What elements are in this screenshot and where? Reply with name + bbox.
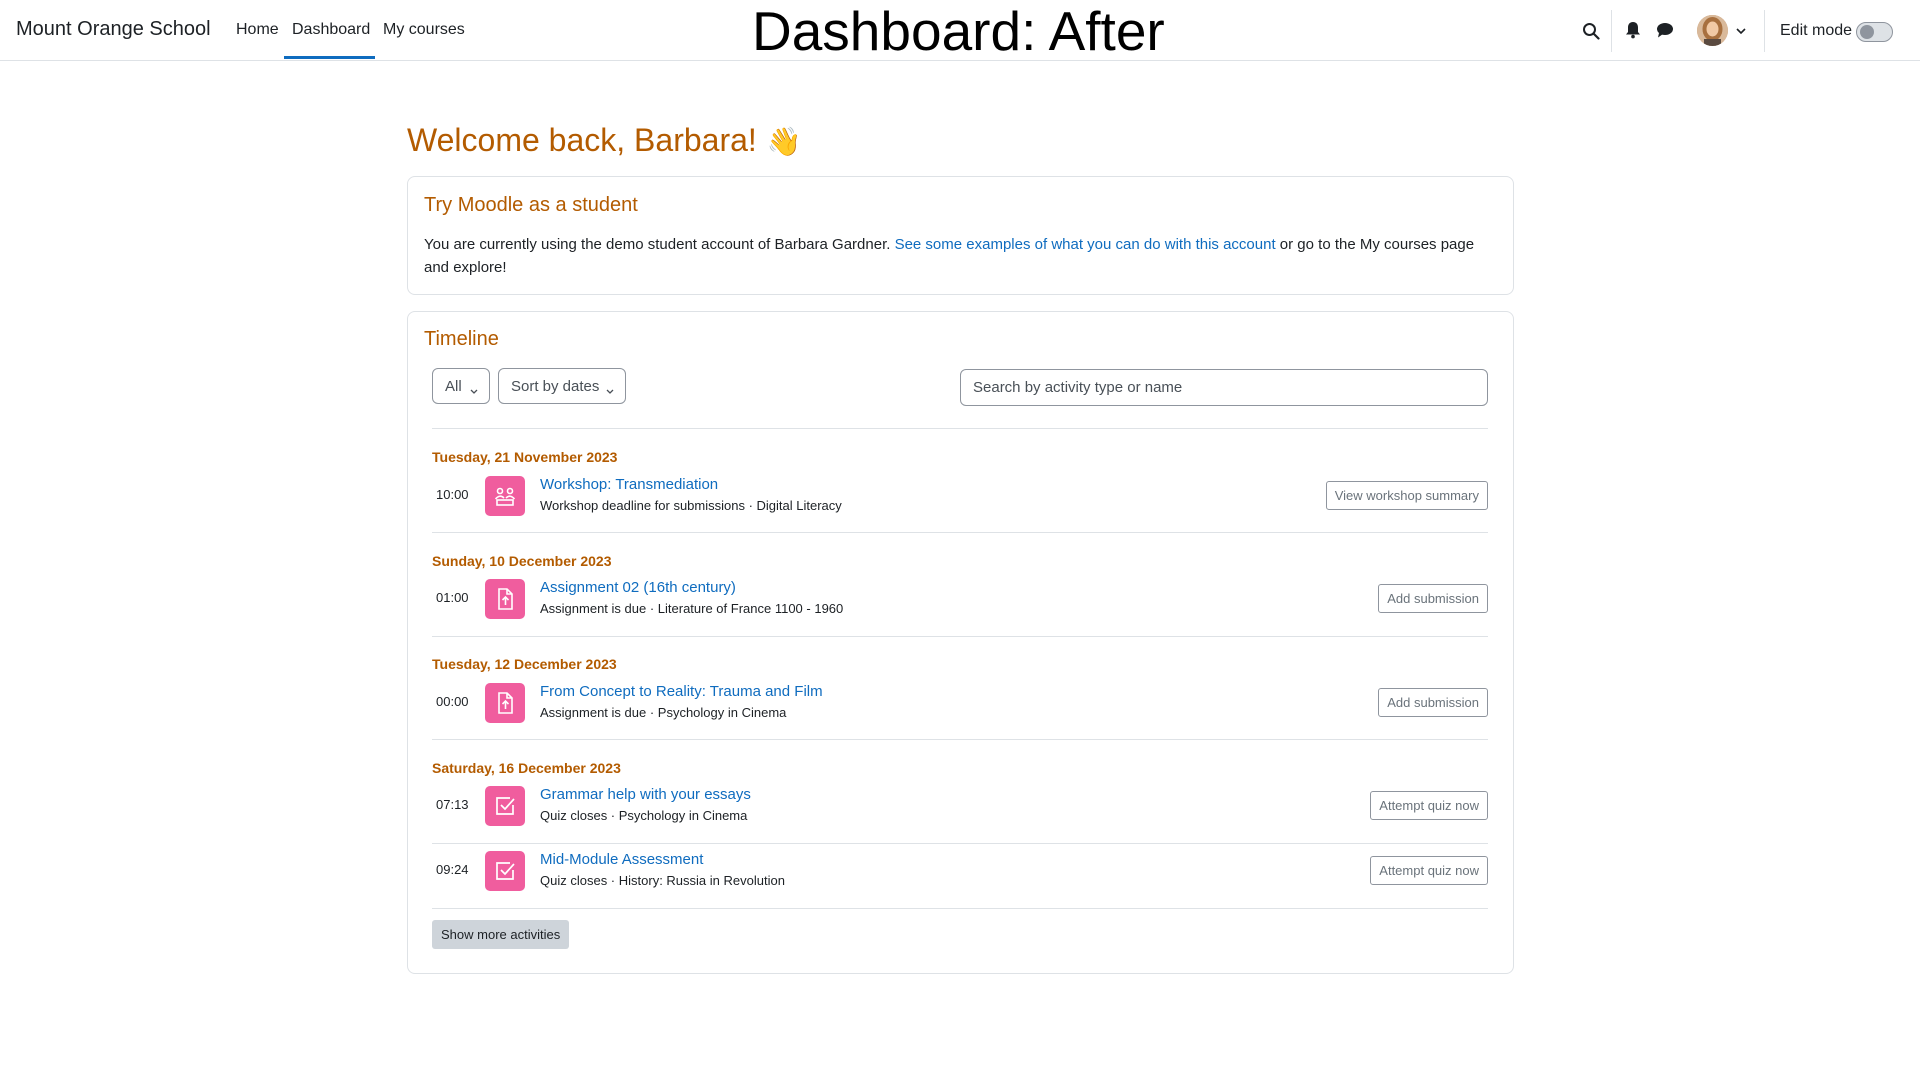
site-name[interactable]: Mount Orange School	[16, 18, 211, 41]
event-subtitle: Quiz closes · History: Russia in Revolut…	[540, 873, 785, 888]
timeline-event: 00:00 From Concept to Reality: Trauma an…	[432, 682, 1488, 726]
page-title: Welcome back, Barbara! 👋	[407, 122, 802, 159]
timeline-filter-dropdown[interactable]: All	[432, 368, 490, 404]
event-time: 01:00	[436, 590, 469, 605]
toggle-knob	[1860, 25, 1874, 39]
date-heading: Tuesday, 21 November 2023	[432, 449, 618, 465]
event-subtitle: Assignment is due · Psychology in Cinema	[540, 705, 787, 720]
avatar[interactable]	[1697, 15, 1728, 46]
event-time: 00:00	[436, 694, 469, 709]
card-title: Timeline	[424, 328, 499, 350]
event-title-link[interactable]: Assignment 02 (16th century)	[540, 579, 736, 596]
divider	[432, 428, 1488, 429]
date-heading: Sunday, 10 December 2023	[432, 553, 612, 569]
top-navbar: Mount Orange School Home Dashboard My co…	[0, 0, 1920, 62]
card-title: Try Moodle as a student	[424, 194, 638, 216]
wave-emoji-icon: 👋	[766, 126, 802, 157]
search-placeholder: Search by activity type or name	[973, 379, 1183, 396]
assignment-icon	[485, 683, 525, 723]
workshop-icon	[485, 476, 525, 516]
try-moodle-text: You are currently using the demo student…	[424, 233, 1500, 279]
event-time: 07:13	[436, 797, 469, 812]
event-title-link[interactable]: Workshop: Transmediation	[540, 476, 718, 493]
divider	[432, 532, 1488, 533]
search-icon[interactable]	[1580, 20, 1602, 42]
try-text-before: You are currently using the demo student…	[424, 236, 895, 253]
view-workshop-summary-button[interactable]: View workshop summary	[1325, 481, 1488, 510]
try-moodle-card: Try Moodle as a student You are currentl…	[407, 176, 1514, 295]
event-title-link[interactable]: Grammar help with your essays	[540, 786, 751, 803]
chevron-down-icon	[606, 382, 614, 394]
sort-label: Sort by dates	[511, 377, 600, 395]
date-heading: Tuesday, 12 December 2023	[432, 656, 617, 672]
chevron-down-icon[interactable]	[1735, 25, 1747, 37]
attempt-quiz-button[interactable]: Attempt quiz now	[1370, 856, 1488, 885]
event-time: 10:00	[436, 487, 469, 502]
divider	[432, 843, 1488, 844]
event-time: 09:24	[436, 862, 469, 877]
timeline-event: 01:00 Assignment 02 (16th century) Assig…	[432, 578, 1488, 622]
filter-label: All	[445, 377, 462, 395]
examples-link[interactable]: See some examples of what you can do wit…	[895, 236, 1276, 253]
timeline-event: 10:00 Workshop: Transmediation Workshop …	[432, 475, 1488, 519]
timeline-block: Timeline All Sort by dates Search by act…	[407, 311, 1514, 974]
navbar-divider	[1764, 10, 1765, 52]
bell-icon[interactable]	[1623, 20, 1643, 40]
quiz-icon	[485, 851, 525, 891]
event-title-link[interactable]: From Concept to Reality: Trauma and Film	[540, 683, 823, 700]
welcome-text: Welcome back, Barbara!	[407, 122, 757, 158]
event-subtitle: Workshop deadline for submissions · Digi…	[540, 498, 842, 513]
nav-link-dashboard[interactable]: Dashboard	[292, 21, 370, 39]
show-more-activities-button[interactable]: Show more activities	[432, 920, 570, 949]
event-title-link[interactable]: Mid-Module Assessment	[540, 851, 703, 868]
event-subtitle: Assignment is due · Literature of France…	[540, 601, 844, 616]
divider	[432, 636, 1488, 637]
timeline-event: 09:24 Mid-Module Assessment Quiz closes …	[432, 850, 1488, 894]
nav-active-indicator	[284, 56, 375, 59]
chat-icon[interactable]	[1654, 20, 1676, 40]
quiz-icon	[485, 786, 525, 826]
edit-mode-label: Edit mode	[1780, 22, 1853, 39]
add-submission-button[interactable]: Add submission	[1378, 584, 1488, 613]
timeline-search-input[interactable]: Search by activity type or name	[960, 369, 1488, 406]
attempt-quiz-button[interactable]: Attempt quiz now	[1370, 791, 1488, 820]
divider	[432, 739, 1488, 740]
add-submission-button[interactable]: Add submission	[1378, 688, 1488, 717]
event-subtitle: Quiz closes · Psychology in Cinema	[540, 808, 748, 823]
nav-link-home[interactable]: Home	[236, 21, 279, 39]
timeline-sort-dropdown[interactable]: Sort by dates	[498, 368, 626, 404]
date-heading: Saturday, 16 December 2023	[432, 760, 621, 776]
nav-link-my-courses[interactable]: My courses	[383, 21, 465, 39]
timeline-event: 07:13 Grammar help with your essays Quiz…	[432, 785, 1488, 829]
divider	[432, 908, 1488, 909]
page-overlay-title: Dashboard: After	[752, 0, 1165, 62]
edit-mode-toggle[interactable]	[1856, 22, 1893, 42]
assignment-icon	[485, 579, 525, 619]
chevron-down-icon	[470, 382, 478, 394]
navbar-divider	[1611, 10, 1612, 52]
